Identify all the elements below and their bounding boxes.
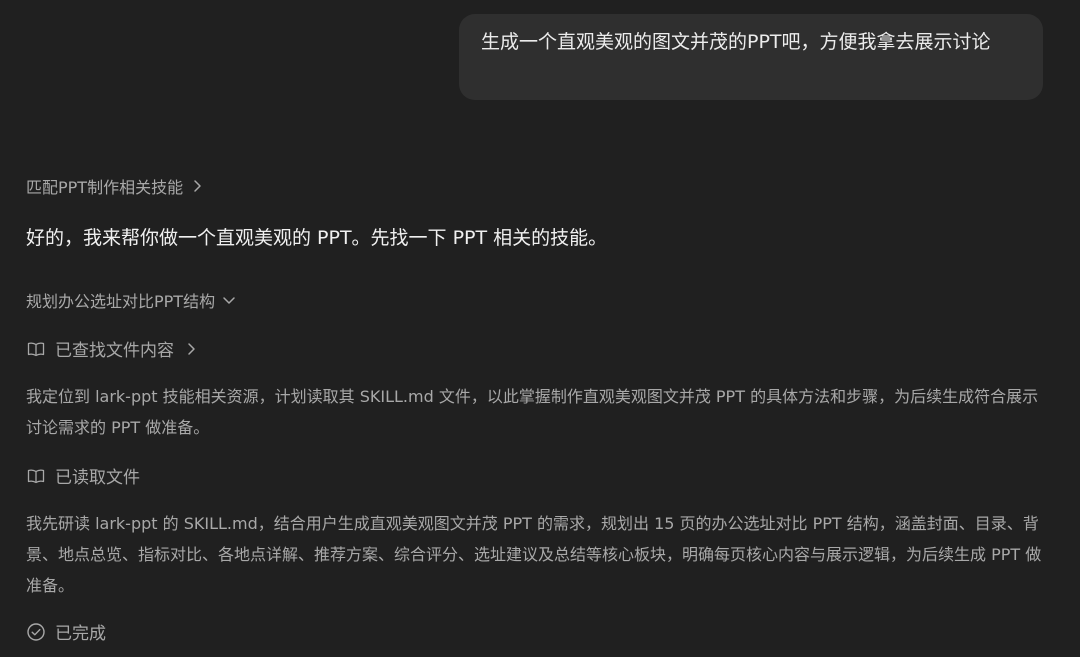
search-files-label: 已查找文件内容 [55,341,174,361]
user-message-bubble: 生成一个直观美观的图文并茂的PPT吧，方便我拿去展示讨论 [459,14,1043,100]
done-label: 已完成 [55,624,106,644]
chevron-right-icon [194,180,201,192]
chevron-down-icon [223,297,235,304]
done-status: 已完成 [26,619,106,644]
read-file-label: 已读取文件 [55,468,140,488]
search-files-toggle[interactable]: 已查找文件内容 [26,336,199,361]
user-message-text: 生成一个直观美观的图文并茂的PPT吧，方便我拿去展示讨论 [481,31,991,53]
chat-page: 生成一个直观美观的图文并茂的PPT吧，方便我拿去展示讨论 匹配PPT制作相关技能… [0,0,1080,657]
skill-match-label: 匹配PPT制作相关技能 [26,178,184,197]
check-circle-icon [27,622,45,641]
book-open-icon [27,341,45,356]
search-description: 我定位到 lark-ppt 技能相关资源，计划读取其 SKILL.md 文件，以… [26,387,1039,437]
assistant-reply: 好的，我来帮你做一个直观美观的 PPT。先找一下 PPT 相关的技能。 [26,227,608,249]
read-description: 我先研读 lark-ppt 的 SKILL.md，结合用户生成直观美观图文并茂 … [26,514,1042,595]
plan-toggle[interactable]: 规划办公选址对比PPT结构 [26,288,237,312]
plan-label: 规划办公选址对比PPT结构 [26,292,216,311]
book-open-icon [27,468,45,483]
read-file-row: 已读取文件 [26,463,140,488]
skill-match-toggle[interactable]: 匹配PPT制作相关技能 [26,174,205,198]
chevron-right-icon [188,342,195,355]
